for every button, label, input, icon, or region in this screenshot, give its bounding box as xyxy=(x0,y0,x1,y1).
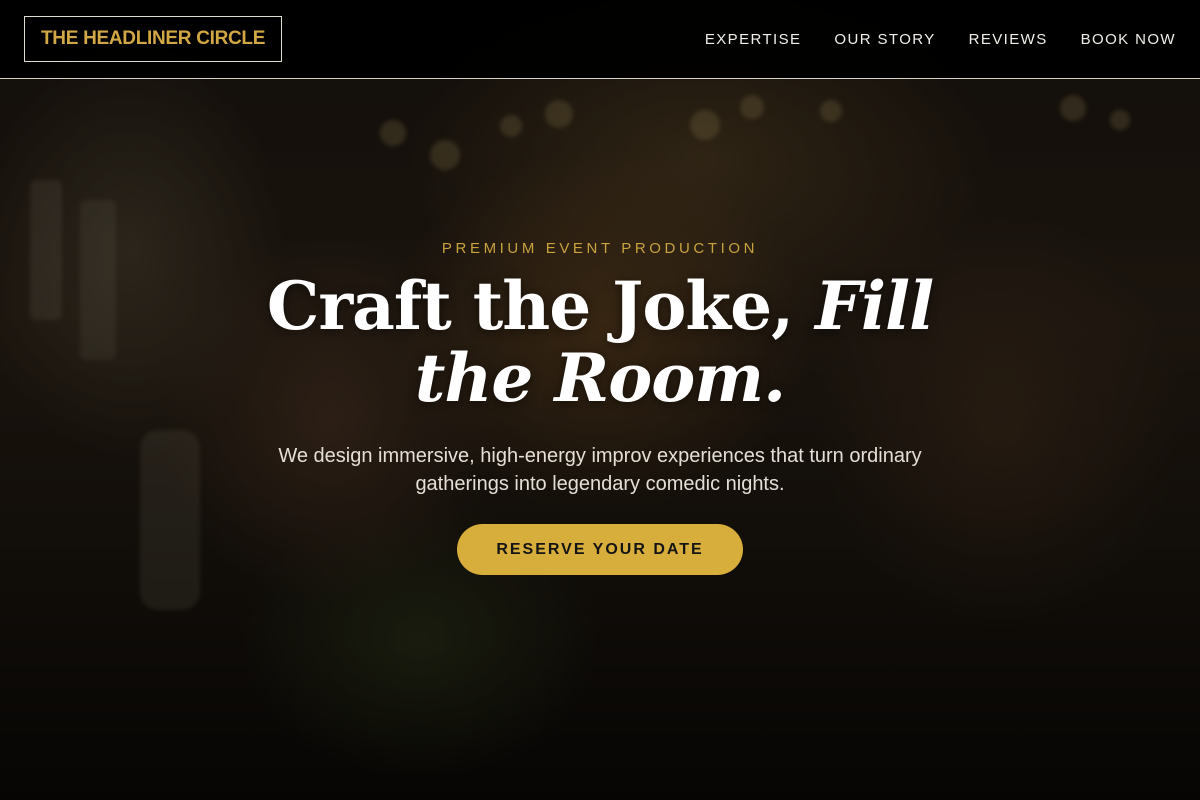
site-logo[interactable]: THE HEADLINER CIRCLE xyxy=(24,16,283,62)
nav-link-expertise[interactable]: EXPERTISE xyxy=(705,31,802,48)
nav-link-book-now[interactable]: BOOK NOW xyxy=(1081,31,1176,48)
headline-plain: Craft the Joke, xyxy=(266,267,816,345)
main-nav: EXPERTISE OUR STORY REVIEWS BOOK NOW xyxy=(672,31,1176,48)
hero-headline: Craft the Joke, Fill the Room. xyxy=(200,270,1000,414)
hero-content: PREMIUM EVENT PRODUCTION Craft the Joke,… xyxy=(0,0,1200,800)
nav-link-reviews[interactable]: REVIEWS xyxy=(969,31,1048,48)
top-navbar: THE HEADLINER CIRCLE EXPERTISE OUR STORY… xyxy=(0,0,1200,79)
hero-eyebrow: PREMIUM EVENT PRODUCTION xyxy=(441,240,759,257)
nav-link-our-story[interactable]: OUR STORY xyxy=(834,31,935,48)
hero-subtext: We design immersive, high-energy improv … xyxy=(278,445,922,495)
reserve-date-button[interactable]: RESERVE YOUR DATE xyxy=(457,524,743,575)
hero-section: PREMIUM EVENT PRODUCTION Craft the Joke,… xyxy=(0,0,1200,800)
